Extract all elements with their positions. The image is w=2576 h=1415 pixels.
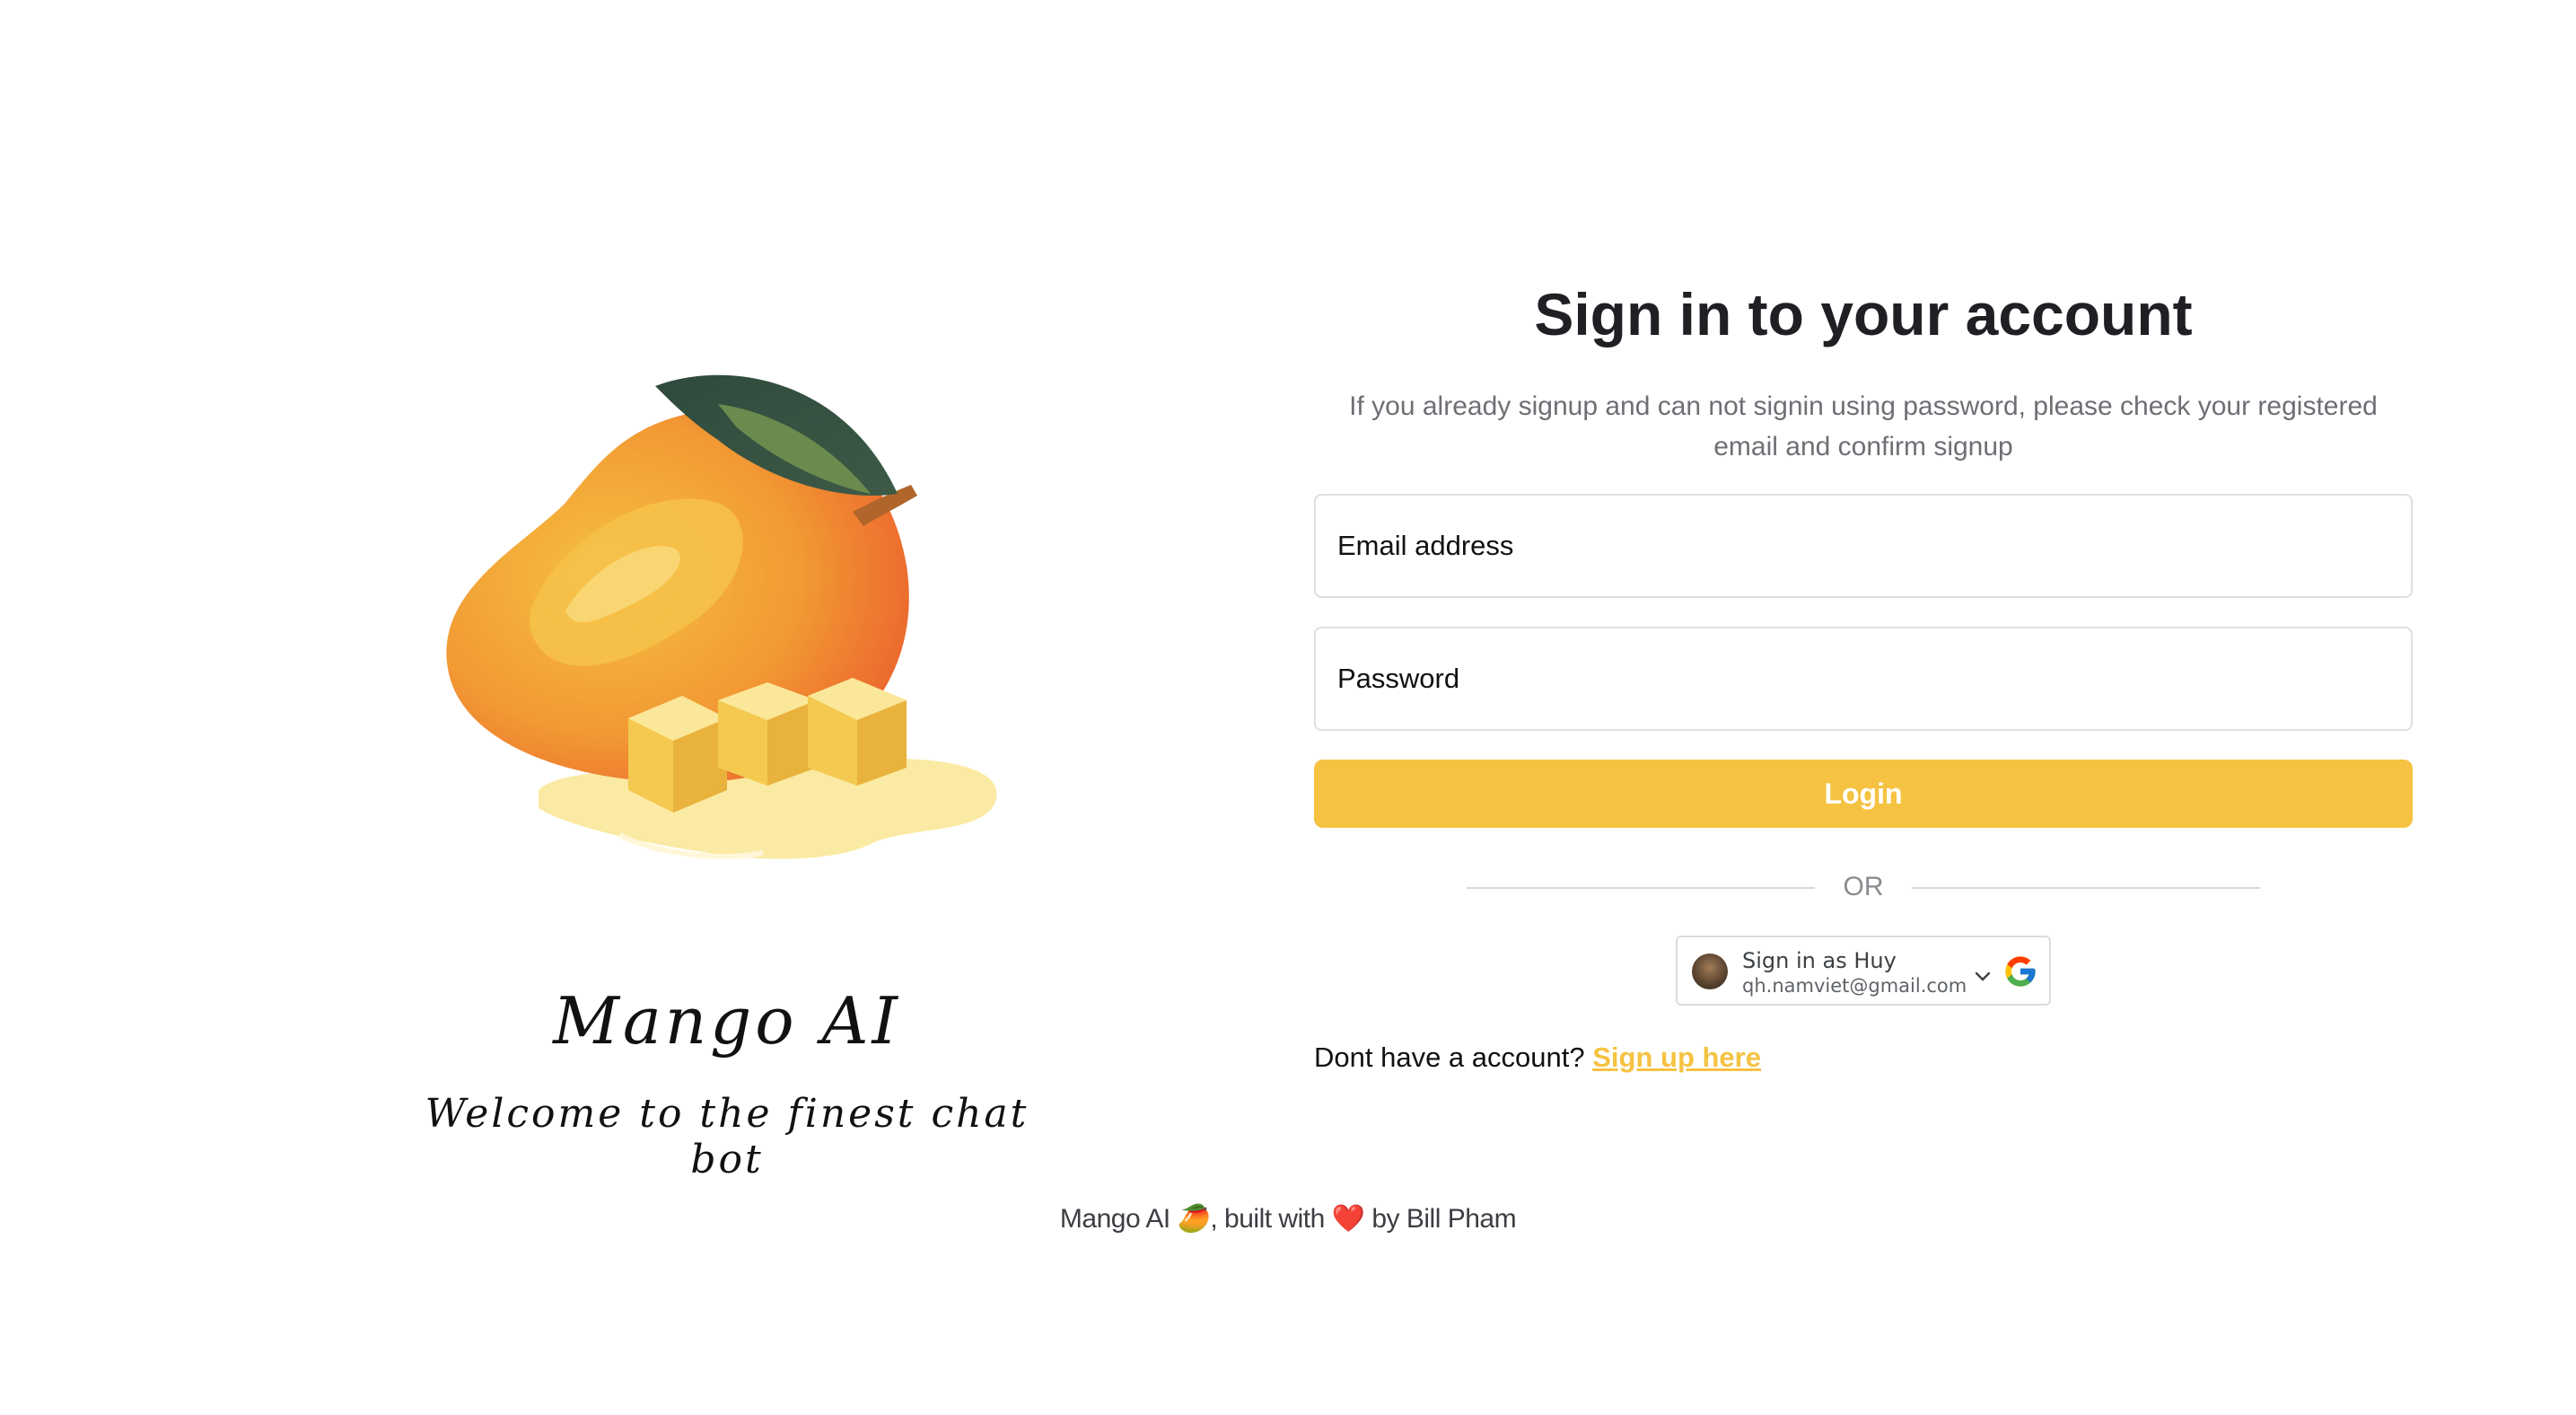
signup-row: Dont have a account? Sign up here [1314,1041,2413,1074]
google-account-name: Sign in as Huy [1742,948,1897,973]
google-icon [2005,956,2036,987]
mango-illustration [422,323,1032,898]
login-button[interactable]: Login [1314,760,2413,828]
footer-author: by Bill Pham [1371,1204,1517,1234]
avatar [1692,954,1728,989]
divider-label: OR [1843,872,1884,901]
signin-page: Mango AI Welcome to the finest chat bot … [0,0,2576,1415]
google-account-email: qh.namviet@gmail.com [1742,975,1967,997]
form-subtitle: If you already signup and can not signin… [1349,391,2378,461]
brand-tagline: Welcome to the finest chat bot [425,1091,1030,1182]
footer: Mango AI 🥭, built with ❤️ by Bill Pham [0,1203,2576,1235]
signin-form: Sign in to your account If you already s… [1314,269,2413,1074]
heart-icon: ❤️ [1331,1203,1365,1235]
mango-icon [446,374,997,859]
footer-brand: Mango AI [1059,1204,1170,1234]
page-title: Sign in to your account [1534,281,2193,347]
divider-line-left [1467,887,1815,889]
footer-built-with: , built with [1210,1204,1325,1234]
google-signin-button[interactable]: Sign in as Huy qh.namviet@gmail.com [1676,936,2051,1006]
password-field[interactable] [1314,627,2413,731]
signup-prompt: Dont have a account? [1314,1041,1585,1073]
email-field[interactable] [1314,494,2413,598]
signup-link[interactable]: Sign up here [1592,1041,1761,1073]
brand-title: Mango AI [553,983,901,1059]
divider-line-right [1912,887,2260,889]
or-divider: OR [1314,869,2413,905]
mango-emoji-icon: 🥭 [1177,1203,1211,1235]
chevron-down-icon[interactable] [1974,968,1992,986]
